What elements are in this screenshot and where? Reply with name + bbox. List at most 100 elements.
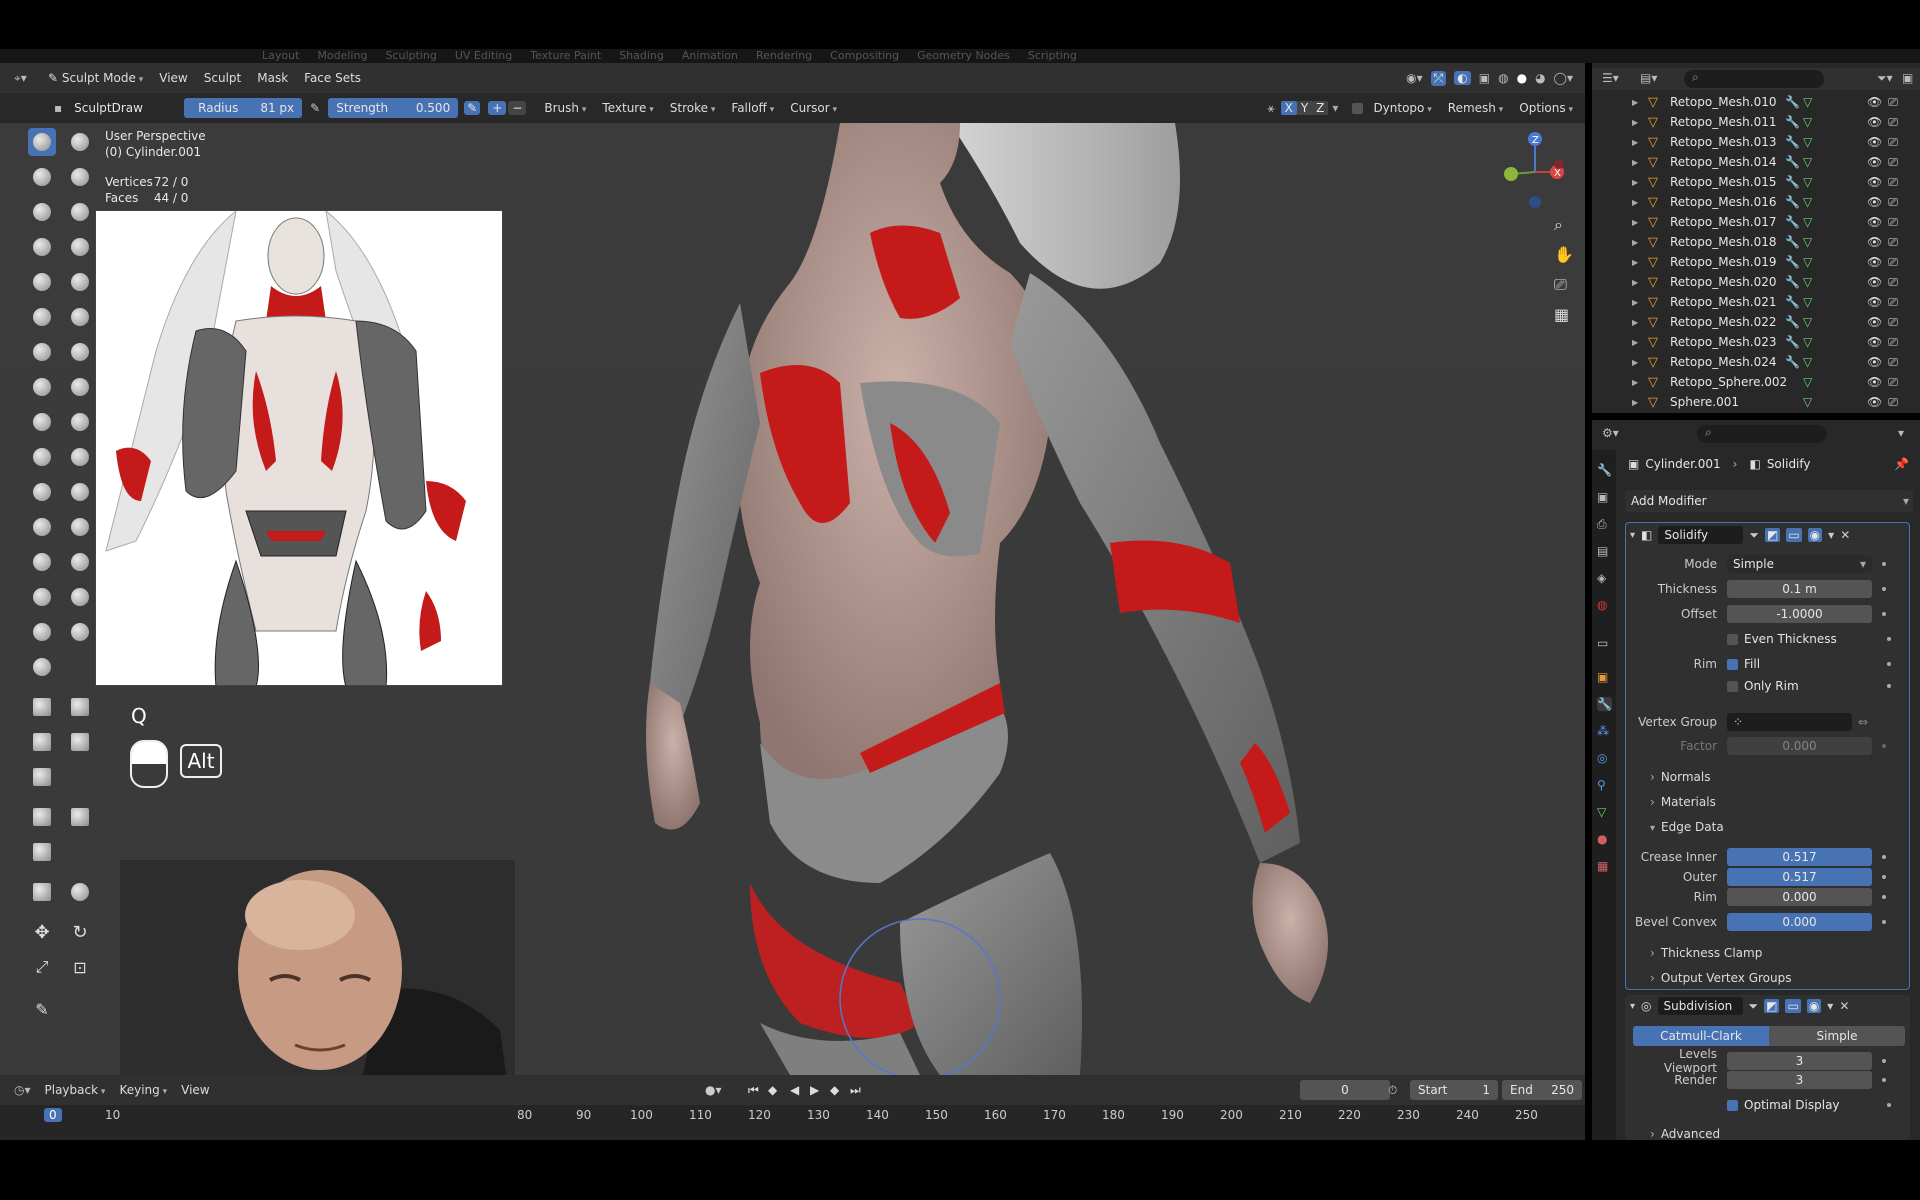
smear-tool[interactable] [28,653,56,681]
tab-compositing[interactable]: Compositing [830,49,899,63]
layer-tool[interactable] [66,198,94,226]
expand-icon[interactable]: ▶ [1632,218,1648,227]
viewport-display-icon[interactable]: ▭ [1785,999,1801,1013]
collection-tab-icon[interactable]: ▭ [1597,636,1608,650]
outliner-item[interactable]: ▶ ▽ Retopo_Mesh.019 🔧 ▽ 👁 ⎚ [1592,252,1920,272]
material-tab-icon[interactable]: ● [1597,832,1607,846]
shading-solid-icon[interactable]: ● [1517,71,1527,85]
record-icon[interactable]: ●▾ [705,1083,722,1097]
expand-icon[interactable]: ▶ [1632,258,1648,267]
outliner-item[interactable]: ▶ ▽ Retopo_Mesh.023 🔧 ▽ 👁 ⎚ [1592,332,1920,352]
expand-icon[interactable]: ▶ [1632,278,1648,287]
visibility-eye-icon[interactable]: 👁 [1867,175,1882,189]
render-camera-icon[interactable]: ⎚ [1888,195,1898,210]
elastic-deform-tool[interactable] [28,408,56,436]
menu-sculpt[interactable]: Sculpt [200,69,245,87]
texture-dropdown[interactable]: Texture [598,99,657,117]
expand-icon[interactable]: ▶ [1632,178,1648,187]
symmetry-options-icon[interactable]: ▾ [1332,101,1338,115]
timeline-view-menu[interactable]: View [177,1081,213,1099]
flatten-tool[interactable] [28,303,56,331]
tab-scripting[interactable]: Scripting [1028,49,1077,63]
properties-search-input[interactable]: ⌕ [1697,425,1827,443]
tab-layout[interactable]: Layout [262,49,299,63]
cloth-tool[interactable] [28,548,56,576]
object-tab-icon[interactable]: ▣ [1597,670,1608,684]
visibility-eye-icon[interactable]: 👁 [1867,95,1882,109]
keyframe-dot[interactable] [1882,1078,1886,1082]
menu-mask[interactable]: Mask [253,69,292,87]
brush-name[interactable]: SculptDraw [74,101,184,115]
subdivision-name-field[interactable]: Subdivision [1657,997,1743,1015]
visibility-eye-icon[interactable]: 👁 [1867,135,1882,149]
falloff-dropdown[interactable]: Falloff [727,99,778,117]
shading-material-icon[interactable]: ◕ [1535,71,1545,85]
visibility-eye-icon[interactable]: 👁 [1867,335,1882,349]
remesh-dropdown[interactable]: Remesh [1444,99,1508,117]
edit-cage-icon[interactable]: ⏷ [1749,999,1759,1014]
current-frame-field[interactable]: 0 [1300,1080,1390,1100]
thumb-tool[interactable] [28,443,56,471]
keyframe-dot[interactable] [1887,684,1891,688]
nudge-tool[interactable] [28,478,56,506]
add-direction-icon[interactable]: + [488,101,507,115]
stroke-dropdown[interactable]: Stroke [666,99,720,117]
draw-sharp-tool[interactable] [66,128,94,156]
world-tab-icon[interactable]: ◍ [1597,598,1607,612]
normals-subpanel[interactable]: › Normals [1650,770,1710,784]
render-camera-icon[interactable]: ⎚ [1888,235,1898,250]
menu-view[interactable]: View [155,69,191,87]
collapse-icon[interactable]: ▾ [1630,1001,1635,1012]
outer-slider[interactable]: 0.517 [1727,868,1872,886]
play-icon[interactable]: ▶ [810,1083,819,1097]
axis-x-toggle[interactable]: X [1280,101,1297,115]
render-camera-icon[interactable]: ⎚ [1888,255,1898,270]
render-camera-icon[interactable]: ⎚ [1888,395,1898,410]
invert-icon[interactable]: ⇔ [1858,715,1868,729]
outliner-item[interactable]: ▶ ▽ Sphere.001 ▽ 👁 ⎚ [1592,392,1920,412]
slide-relax-tool[interactable] [28,513,56,541]
render-camera-icon[interactable]: ⎚ [1888,335,1898,350]
shading-rendered-icon[interactable]: ◯▾ [1554,71,1573,85]
pose-tool[interactable] [66,443,94,471]
visibility-eye-icon[interactable]: 👁 [1867,355,1882,369]
output-vertex-groups-subpanel[interactable]: › Output Vertex Groups [1650,971,1791,985]
constraints-tab-icon[interactable]: ⚲ [1597,778,1606,792]
pan-view-icon[interactable]: ✋ [1554,245,1574,264]
modifier-tab-icon[interactable]: 🔧 [1597,697,1612,711]
cloth-filter-tool[interactable] [66,803,94,831]
snake-hook-tool[interactable] [66,408,94,436]
render-camera-icon[interactable]: ⎚ [1888,355,1898,370]
simple-button[interactable]: Simple [1769,1026,1905,1046]
render-camera-icon[interactable]: ⎚ [1888,95,1898,110]
expand-icon[interactable]: ▶ [1632,398,1648,407]
multiplane-scrape-tool[interactable] [66,338,94,366]
outliner-item[interactable]: ▶ ▽ Retopo_Sphere.002 ▽ 👁 ⎚ [1592,372,1920,392]
editmode-icon[interactable]: ◩ [1764,999,1780,1013]
tab-uv-editing[interactable]: UV Editing [455,49,512,63]
materials-subpanel[interactable]: › Materials [1650,795,1716,809]
boundary-tool[interactable] [66,513,94,541]
keyframe-dot[interactable] [1882,855,1886,859]
brush-dropdown[interactable]: Brush [540,99,590,117]
tab-modeling[interactable]: Modeling [317,49,367,63]
next-key-icon[interactable]: ◆ [830,1083,839,1097]
mask-by-color-tool[interactable] [66,878,94,906]
scale-tool[interactable]: ⤢ [28,953,56,981]
edit-face-set-tool[interactable] [28,878,56,906]
keyframe-dot[interactable] [1887,1103,1891,1107]
close-icon[interactable]: ✕ [1839,999,1849,1013]
offset-field[interactable]: -1.0000 [1727,605,1872,623]
outliner-item[interactable]: ▶ ▽ Retopo_Mesh.017 🔧 ▽ 👁 ⎚ [1592,212,1920,232]
keyframe-dot[interactable] [1882,875,1886,879]
bevel-convex-slider[interactable]: 0.000 [1727,913,1872,931]
render-camera-icon[interactable]: ⎚ [1888,155,1898,170]
outliner-item[interactable]: ▶ ▽ Retopo_Mesh.010 🔧 ▽ 👁 ⎚ [1592,92,1920,112]
clay-thumb-tool[interactable] [28,198,56,226]
keyframe-dot[interactable] [1882,587,1886,591]
strength-field[interactable]: Strength 0.500 [328,98,459,118]
line-project-tool[interactable] [28,763,56,791]
pinch-tool[interactable] [28,373,56,401]
new-collection-icon[interactable]: ▣ [1902,71,1913,85]
jump-end-icon[interactable]: ⏭ [850,1083,861,1098]
